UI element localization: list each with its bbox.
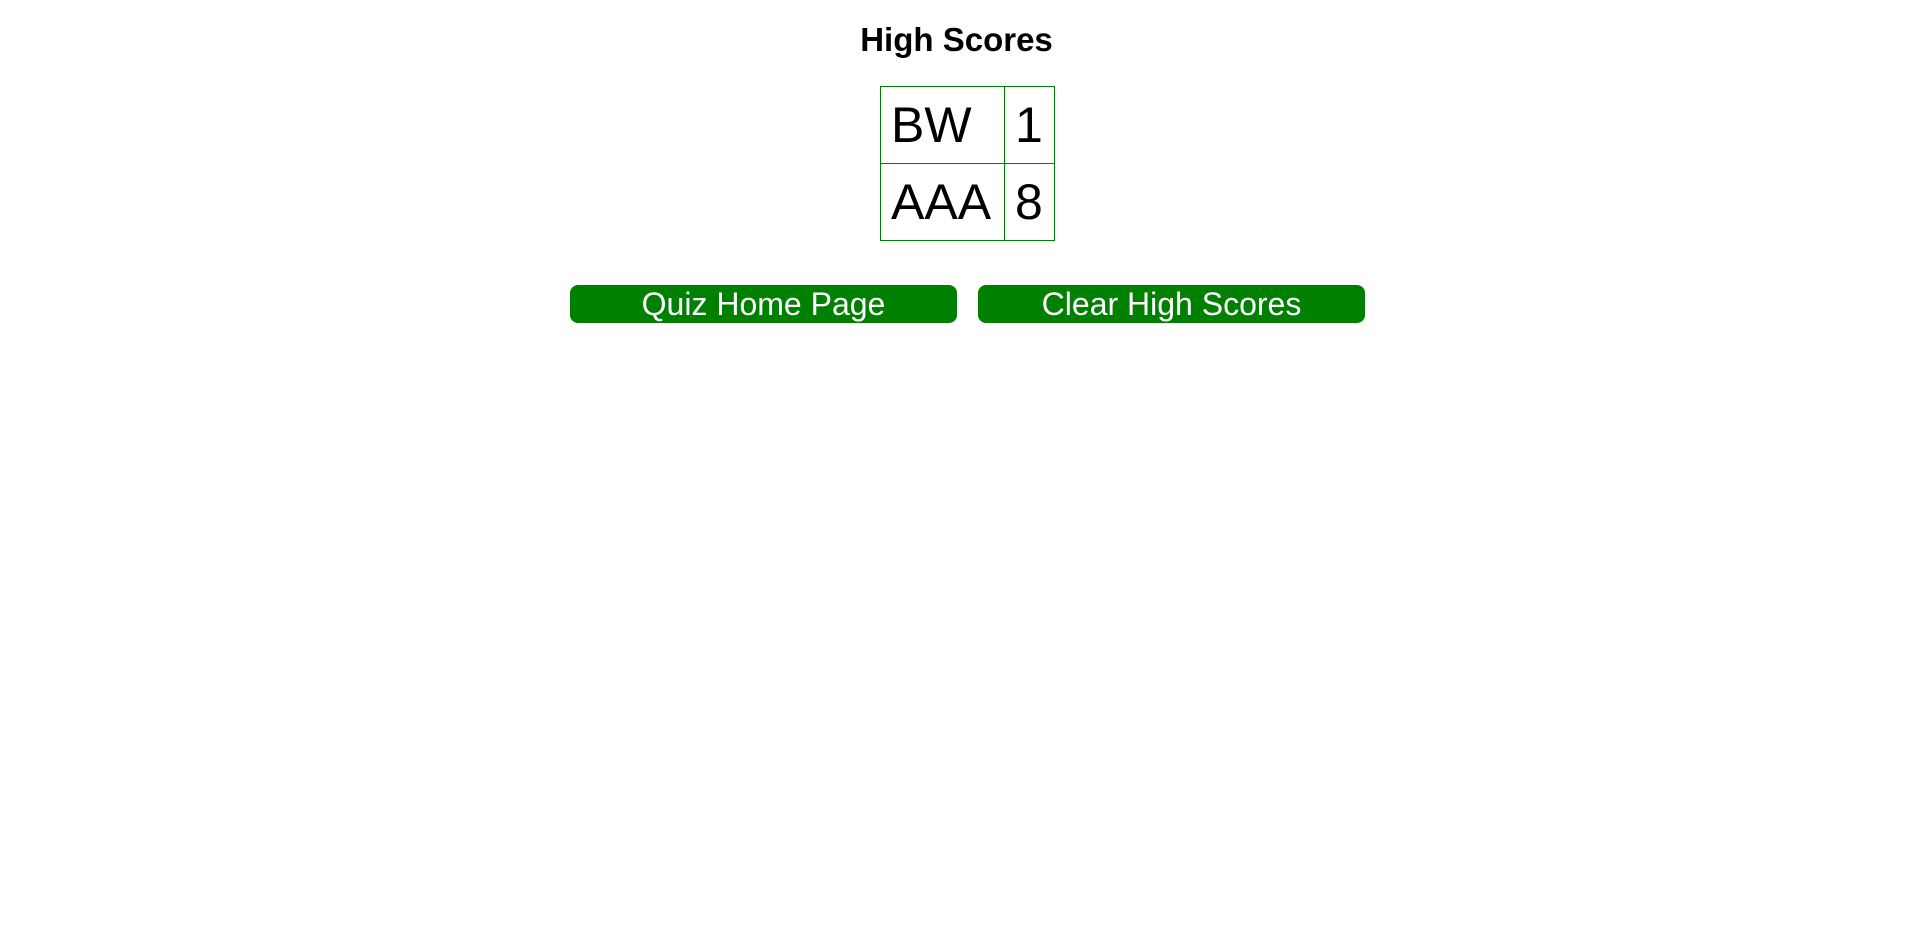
quiz-home-page-button[interactable]: Quiz Home Page <box>570 285 957 323</box>
player-score: 1 <box>1004 86 1055 164</box>
table-row: AAA 8 <box>880 163 1055 241</box>
player-initials: AAA <box>880 163 1005 241</box>
player-score: 8 <box>1004 163 1055 241</box>
high-scores-table: BW 1 AAA 8 <box>880 86 1055 241</box>
action-button-row: Quiz Home Page Clear High Scores <box>570 285 1365 323</box>
player-initials: BW <box>880 86 1005 164</box>
table-row: BW 1 <box>880 86 1055 164</box>
page-title: High Scores <box>860 21 1053 58</box>
clear-high-scores-button[interactable]: Clear High Scores <box>978 285 1365 323</box>
